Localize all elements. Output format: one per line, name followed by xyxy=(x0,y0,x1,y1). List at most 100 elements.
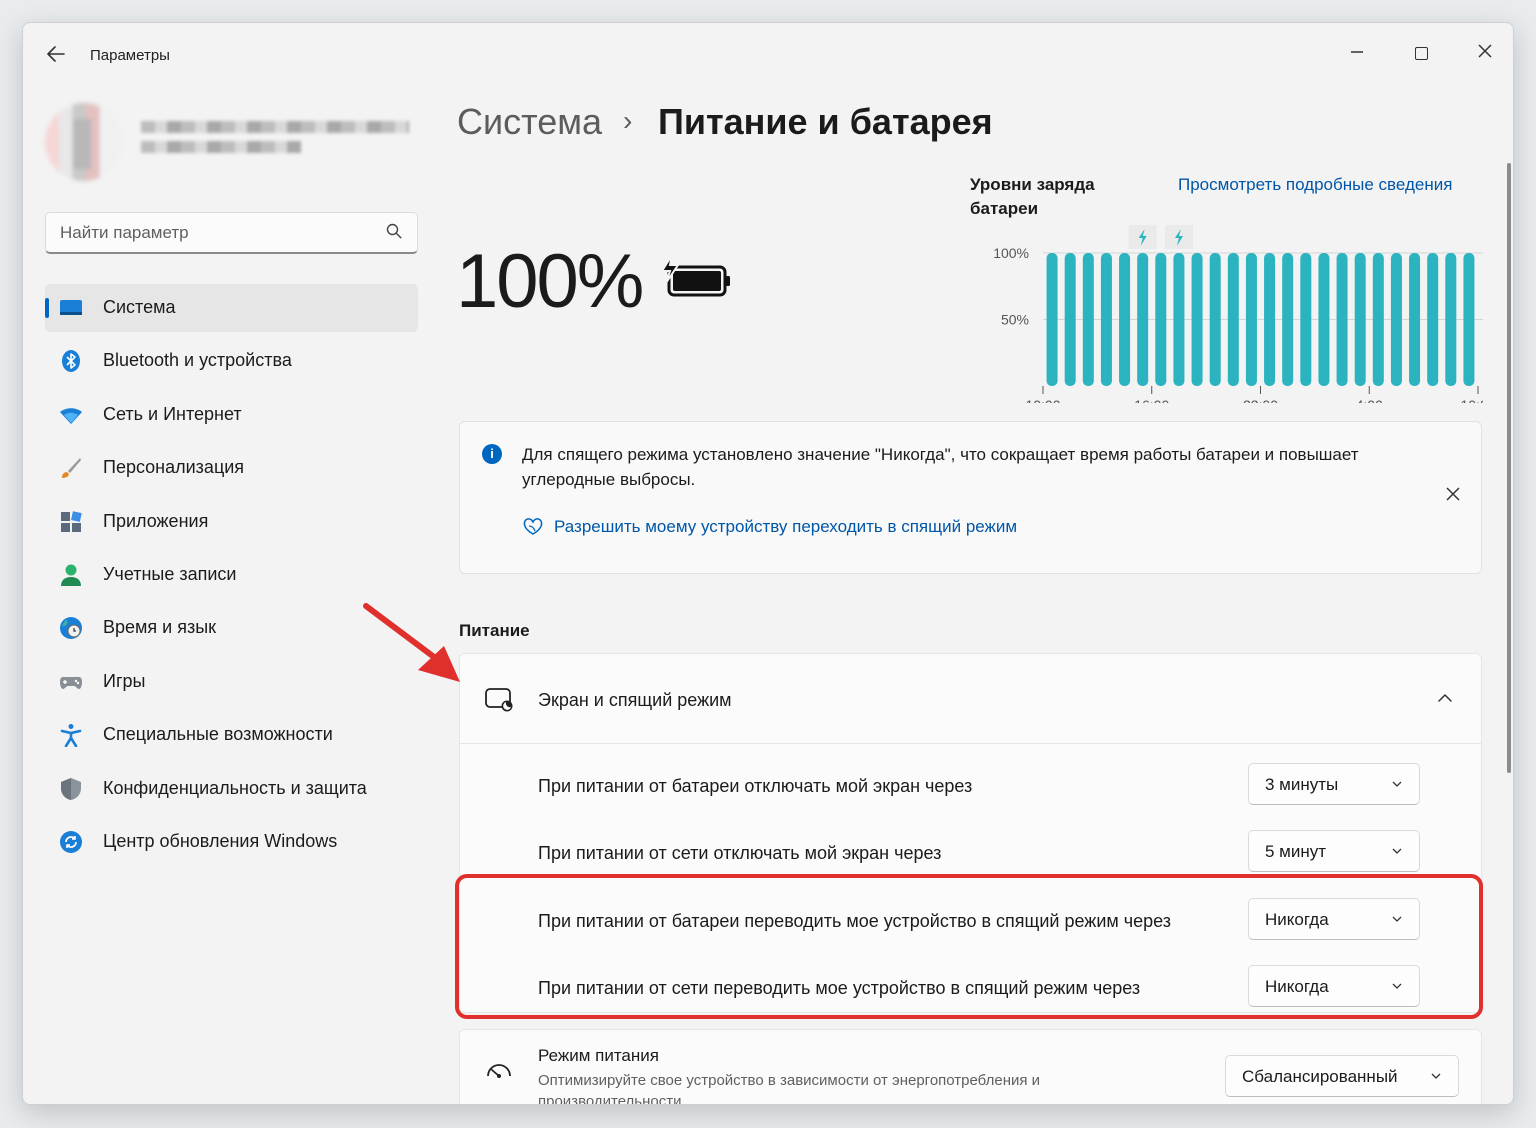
person-icon xyxy=(61,564,81,586)
close-button[interactable] xyxy=(1465,33,1505,73)
dropdown-value: Никогда xyxy=(1265,977,1329,996)
section-title-power: Питание xyxy=(459,621,530,640)
chart-bar xyxy=(1155,253,1167,386)
arrow-left-icon xyxy=(47,46,65,62)
sidebar-item-label: Учетные записи xyxy=(103,563,237,584)
sidebar-item-bluetooth[interactable]: Bluetooth и устройства xyxy=(45,337,418,385)
chevron-down-icon xyxy=(1392,916,1402,922)
sidebar-item-gaming[interactable]: Игры xyxy=(45,658,418,706)
sidebar-item-network[interactable]: Сеть и Интернет xyxy=(45,391,418,439)
plugged-screen-off-row: При питании от сети отключать мой экран … xyxy=(460,821,1481,888)
battery-screen-off-dropdown[interactable]: 3 минуты xyxy=(1248,763,1420,805)
sidebar-item-time-language[interactable]: Время и язык xyxy=(45,604,418,652)
search-input[interactable] xyxy=(60,223,360,243)
breadcrumb-parent[interactable]: Система xyxy=(457,101,602,143)
sidebar-item-apps[interactable]: Приложения xyxy=(45,498,418,546)
chart-bar xyxy=(1372,253,1384,386)
sidebar-item-accessibility[interactable]: Специальные возможности xyxy=(45,711,418,759)
sidebar-item-label: Специальные возможности xyxy=(103,724,333,745)
y-tick-label: 100% xyxy=(993,245,1029,261)
screen-sleep-icon xyxy=(485,688,513,712)
details-link[interactable]: Просмотреть подробные сведения xyxy=(1178,175,1452,195)
sidebar-item-personalization[interactable]: Персонализация xyxy=(45,444,418,492)
power-mode-dropdown[interactable]: Сбалансированный xyxy=(1225,1055,1459,1097)
scrollbar[interactable] xyxy=(1507,163,1511,773)
x-tick-label: 4:00 xyxy=(1356,397,1383,403)
monitor-icon xyxy=(60,300,82,315)
power-mode-card: Режим питания Оптимизируйте свое устройс… xyxy=(459,1029,1482,1104)
close-icon xyxy=(1446,487,1460,501)
page-title: Питание и батарея xyxy=(658,101,993,142)
settings-window: Параметры Система Bluetooth и устройства… xyxy=(22,22,1514,1105)
dropdown-value: Никогда xyxy=(1265,910,1329,929)
chart-bar xyxy=(1390,253,1402,386)
dropdown-value: Сбалансированный xyxy=(1242,1067,1398,1086)
chart-bar xyxy=(1245,253,1257,386)
sidebar-item-label: Приложения xyxy=(103,510,209,531)
chart-bar xyxy=(1191,253,1203,386)
battery-screen-off-row: При питании от батареи отключать мой экр… xyxy=(460,754,1481,821)
dropdown-value: 5 минут xyxy=(1265,842,1327,861)
sidebar-item-system[interactable]: Система xyxy=(45,284,418,332)
infobar-message: Для спящего режима установлено значение … xyxy=(522,445,1359,489)
shield-icon xyxy=(61,777,81,800)
plugged-sleep-row: При питании от сети переводить мое устро… xyxy=(460,956,1481,1023)
chart-bar xyxy=(1119,253,1131,386)
chart-bar xyxy=(1409,253,1421,386)
sidebar-item-accounts[interactable]: Учетные записи xyxy=(45,551,418,599)
chart-bar xyxy=(1064,253,1076,386)
chart-bar xyxy=(1445,253,1457,386)
gamepad-icon xyxy=(60,676,82,689)
maximize-button[interactable] xyxy=(1401,33,1441,73)
screen-sleep-expander: Экран и спящий режим При питании от бата… xyxy=(459,653,1482,1013)
chart-bar xyxy=(1282,253,1294,386)
allow-sleep-link[interactable]: Разрешить моему устройству переходить в … xyxy=(554,517,1017,537)
sidebar-item-label: Центр обновления Windows xyxy=(103,830,338,851)
y-tick-label: 50% xyxy=(1001,312,1029,328)
app-title: Параметры xyxy=(90,47,170,64)
x-tick-label: 22:00 xyxy=(1243,397,1278,403)
plugged-screen-off-dropdown[interactable]: 5 минут xyxy=(1248,830,1420,872)
chart-bar xyxy=(1318,253,1330,386)
screen-sleep-header[interactable]: Экран и спящий режим xyxy=(460,654,1481,744)
plugged-sleep-dropdown[interactable]: Никогда xyxy=(1248,965,1420,1007)
chart-bar xyxy=(1336,253,1348,386)
search-box[interactable] xyxy=(45,212,418,254)
sidebar-item-label: Сеть и Интернет xyxy=(103,403,242,424)
chevron-down-icon xyxy=(1392,848,1402,854)
infobar-close-button[interactable] xyxy=(1442,484,1464,506)
chart-bar xyxy=(1137,253,1149,386)
search-icon[interactable] xyxy=(385,222,403,240)
back-button[interactable] xyxy=(43,43,69,69)
sidebar-item-windows-update[interactable]: Центр обновления Windows xyxy=(45,818,418,866)
avatar[interactable] xyxy=(45,103,123,181)
battery-percentage: 100% xyxy=(456,239,644,324)
row-label: При питании от сети переводить мое устро… xyxy=(538,978,1141,998)
x-tick-label: 16:00 xyxy=(1134,397,1169,403)
chevron-down-icon xyxy=(1431,1073,1441,1079)
sidebar-item-label: Персонализация xyxy=(103,457,245,478)
battery-level-chart: 100% 50% 10:00 16:00 22:00 4:00 10:00 xyxy=(993,225,1483,403)
sidebar-item-label: Время и язык xyxy=(103,617,217,638)
sidebar-item-label: Игры xyxy=(103,670,146,691)
chart-bar xyxy=(1046,253,1058,386)
sidebar-item-label: Конфиденциальность и защита xyxy=(103,777,367,798)
x-tick-label: 10:00 xyxy=(1460,397,1483,403)
sidebar-item-privacy[interactable]: Конфиденциальность и защита xyxy=(45,765,418,813)
chevron-up-icon[interactable] xyxy=(1435,688,1455,708)
info-icon: i xyxy=(482,444,502,464)
sidebar-item-label: Система xyxy=(103,297,176,317)
battery-charging-icon xyxy=(660,255,730,297)
profile-name-redacted xyxy=(141,121,409,165)
minimize-button[interactable] xyxy=(1337,33,1377,73)
battery-sleep-dropdown[interactable]: Никогда xyxy=(1248,898,1420,940)
chevron-down-icon xyxy=(1392,781,1402,787)
chart-bar xyxy=(1264,253,1276,386)
chart-bar xyxy=(1173,253,1185,386)
title-bar: Параметры xyxy=(23,23,1513,81)
screen-sleep-label: Экран и спящий режим xyxy=(538,690,732,710)
chart-bar xyxy=(1300,253,1312,386)
accessibility-icon xyxy=(60,724,82,748)
sidebar-nav: Система Bluetooth и устройства Сеть и Ин… xyxy=(45,284,418,871)
row-label: При питании от батареи переводить мое ус… xyxy=(538,911,1172,931)
